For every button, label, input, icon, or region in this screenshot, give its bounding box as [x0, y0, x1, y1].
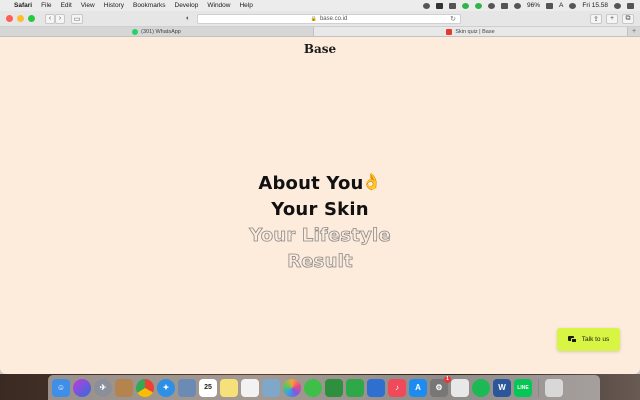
app-store-icon[interactable]: A [409, 378, 427, 397]
control-center-icon[interactable] [627, 2, 634, 9]
wifi-icon[interactable] [500, 2, 508, 9]
share-button[interactable]: ⇪ [590, 13, 602, 24]
menu-file[interactable]: File [41, 2, 51, 9]
facetime-icon[interactable] [325, 378, 343, 397]
step-result: Result [287, 251, 353, 273]
minimize-window-button[interactable] [17, 15, 24, 22]
stickies-icon[interactable] [220, 378, 238, 397]
keynote-icon[interactable] [367, 378, 385, 397]
dock: ☺ ✈ ✦ 25 ♪ A ⚙ 1 W LINE [48, 375, 600, 400]
status-box-icon[interactable] [435, 2, 443, 9]
contacts-icon[interactable] [178, 378, 196, 397]
whatsapp-icon [132, 28, 139, 35]
step-your-skin: Your Skin [271, 199, 369, 220]
nav-buttons: ‹ › [45, 13, 65, 24]
volume-icon[interactable] [513, 2, 521, 9]
line-status-icon[interactable] [474, 2, 482, 9]
battery-icon[interactable] [546, 2, 553, 9]
chrome-icon[interactable] [136, 378, 154, 397]
chat-icon [567, 336, 577, 343]
quiz-steps: About You👌 Your Skin Your Lifestyle Resu… [0, 169, 640, 275]
line-icon[interactable]: LINE [514, 378, 532, 397]
launchpad-icon[interactable]: ✈ [94, 378, 112, 397]
menu-view[interactable]: View [81, 2, 95, 9]
browser-toolbar: ‹ › ▭ ◐ 🔒 base.co.id ↻ ⇪ + ⧉ [0, 11, 640, 27]
base-favicon-icon [446, 28, 453, 35]
safari-icon[interactable]: ✦ [157, 378, 175, 397]
trash-icon[interactable] [545, 378, 563, 397]
site-logo[interactable]: Base [0, 42, 640, 56]
time-machine-icon[interactable] [487, 2, 495, 9]
talk-to-us-button[interactable]: Talk to us [557, 328, 620, 351]
spotify-status-icon[interactable] [461, 2, 469, 9]
step-your-lifestyle: Your Lifestyle [249, 225, 391, 247]
calendar-icon[interactable]: 25 [199, 378, 217, 397]
music-icon[interactable]: ♪ [388, 378, 406, 397]
reload-icon[interactable]: ↻ [450, 15, 456, 24]
step-label: About You [258, 173, 364, 194]
word-icon[interactable]: W [493, 378, 511, 397]
ok-hand-icon: 👌 [361, 172, 382, 191]
menu-bookmarks[interactable]: Bookmarks [133, 2, 166, 9]
creative-cloud-icon[interactable] [422, 2, 430, 9]
battery-percent[interactable]: 96% [527, 2, 540, 9]
menu-window[interactable]: Window [207, 2, 230, 9]
screen-record-icon[interactable] [569, 2, 577, 9]
privacy-shield-icon[interactable]: ◐ [183, 14, 193, 24]
toolbar-right: ⇪ + ⧉ [590, 13, 634, 24]
photos-icon[interactable] [283, 378, 301, 397]
menu-edit[interactable]: Edit [61, 2, 72, 9]
forward-button[interactable]: › [55, 13, 65, 24]
address-bar[interactable]: 🔒 base.co.id ↻ [197, 13, 461, 24]
notes-app-icon[interactable] [115, 378, 133, 397]
menu-bar: Safari File Edit View History Bookmarks … [0, 0, 640, 11]
tab-overview-button[interactable]: ⧉ [622, 13, 634, 24]
lock-icon: 🔒 [310, 15, 317, 22]
system-preferences-icon[interactable]: ⚙ 1 [430, 375, 451, 397]
input-source[interactable]: A [559, 2, 563, 9]
clipboard-icon[interactable] [448, 2, 456, 9]
reminders-icon[interactable] [241, 378, 259, 397]
tab-skin-quiz[interactable]: Skin quiz | Base [314, 27, 628, 36]
sidebar-toggle-button[interactable]: ▭ [71, 13, 83, 24]
tab-bar: (301) WhatsApp Skin quiz | Base + [0, 27, 640, 37]
menu-help[interactable]: Help [239, 2, 252, 9]
tab-title: Skin quiz | Base [455, 28, 495, 35]
web-page: Base About You👌 Your Skin Your Lifestyle… [0, 37, 640, 374]
step-about-you: About You👌 [0, 169, 640, 197]
new-tab-button[interactable]: + [606, 13, 618, 24]
back-button[interactable]: ‹ [45, 13, 55, 24]
quiz-app-icon[interactable] [451, 378, 469, 397]
menu-develop[interactable]: Develop [175, 2, 199, 9]
dock-separator [538, 378, 539, 397]
menu-app-name[interactable]: Safari [14, 2, 32, 9]
tab-title: (301) WhatsApp [141, 28, 181, 35]
preview-icon[interactable] [262, 378, 280, 397]
talk-label: Talk to us [581, 336, 610, 343]
status-area: 96% A Fri 15.58 [422, 2, 634, 9]
messages-icon[interactable] [304, 378, 322, 397]
finder-icon[interactable]: ☺ [52, 378, 70, 397]
numbers-icon[interactable] [346, 378, 364, 397]
siri-icon[interactable] [73, 378, 91, 397]
tab-whatsapp[interactable]: (301) WhatsApp [0, 27, 314, 36]
spotify-icon[interactable] [472, 378, 490, 397]
menu-clock[interactable]: Fri 15.58 [582, 2, 608, 9]
address-url: base.co.id [319, 15, 348, 22]
close-window-button[interactable] [6, 15, 13, 22]
spotlight-search-icon[interactable] [614, 2, 621, 9]
menu-history[interactable]: History [104, 2, 124, 9]
notification-badge: 1 [444, 375, 451, 383]
tab-add-icon[interactable]: + [628, 27, 640, 36]
fullscreen-window-button[interactable] [28, 15, 35, 22]
window-controls [6, 15, 35, 22]
